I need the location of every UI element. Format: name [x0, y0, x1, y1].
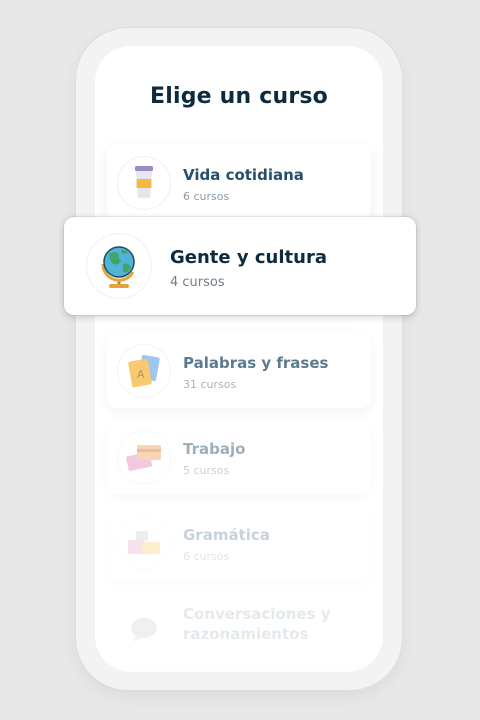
course-title: Gente y cultura [170, 247, 327, 268]
svg-text:A: A [137, 368, 145, 381]
course-count: 31 cursos [183, 378, 237, 391]
course-card-palabras-y-frases[interactable]: A Palabras y frases 31 cursos [107, 332, 371, 408]
course-card-vida-cotidiana[interactable]: Vida cotidiana 6 cursos [107, 144, 371, 220]
credit-cards-icon [117, 430, 171, 484]
course-title: Palabras y frases [183, 354, 329, 372]
course-card-conversaciones[interactable]: Conversaciones y razonamientos [107, 590, 371, 666]
page-title: Elige un curso [150, 84, 328, 109]
blocks-icon [117, 516, 171, 570]
app-screen: Elige un curso Vida cotidiana 6 cursos A… [95, 46, 383, 672]
flashcards-icon: A [117, 344, 171, 398]
course-card-gramatica[interactable]: Gramática 6 cursos [107, 504, 371, 580]
course-title: Conversaciones y razonamientos [183, 605, 331, 643]
course-title: Gramática [183, 526, 270, 544]
course-card-gente-y-cultura[interactable]: Gente y cultura 4 cursos [64, 217, 416, 315]
course-count: 6 cursos [183, 550, 230, 563]
globe-icon [86, 233, 152, 299]
speech-icon [117, 602, 171, 656]
course-title: Vida cotidiana [183, 166, 304, 184]
coffee-cup-icon [117, 156, 171, 210]
course-title: Trabajo [183, 440, 246, 458]
course-count: 4 cursos [170, 275, 225, 290]
course-count: 6 cursos [183, 190, 230, 203]
course-count: 5 cursos [183, 464, 230, 477]
course-card-trabajo[interactable]: Trabajo 5 cursos [107, 418, 371, 494]
